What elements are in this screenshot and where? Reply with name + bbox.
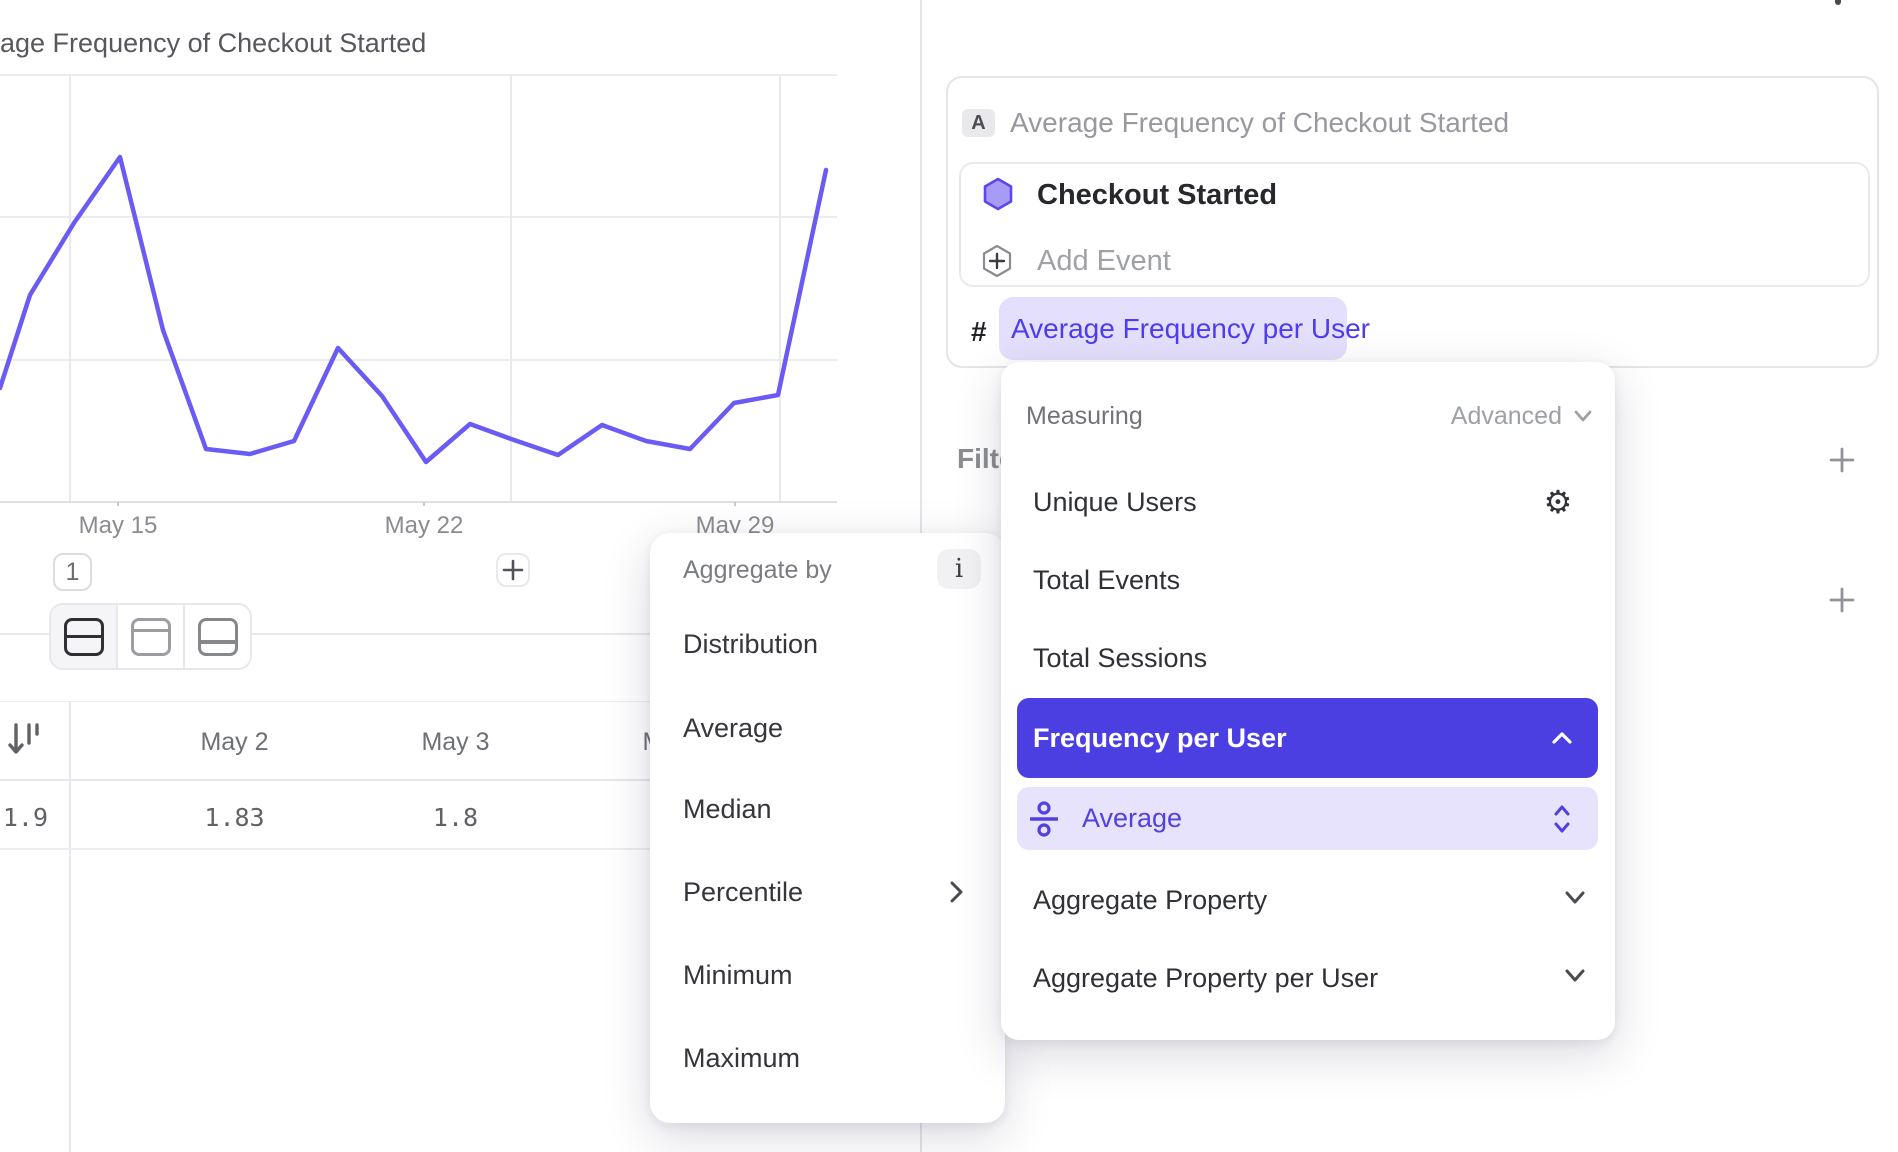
menu-item-aggregate-property[interactable]: Aggregate Property <box>1033 880 1513 920</box>
menu-item-maximum[interactable]: Maximum <box>683 1038 973 1078</box>
menu-item-average[interactable]: Average <box>683 708 973 748</box>
sort-icon[interactable] <box>8 722 40 758</box>
chevron-up-icon <box>1550 730 1574 746</box>
menu-item-total-sessions[interactable]: Total Sessions <box>1033 638 1433 678</box>
filter-section-title: Filter <box>957 443 1003 479</box>
add-filter-button[interactable] <box>1828 446 1856 474</box>
add-series-button[interactable] <box>496 553 530 587</box>
menu-item-unique-users[interactable]: Unique Users <box>1033 482 1433 522</box>
split-view-icon <box>64 618 104 656</box>
event-hexagon-icon <box>982 177 1014 211</box>
selected-item-label: Frequency per User <box>1033 723 1550 754</box>
event-name[interactable]: Checkout Started <box>1037 176 1277 214</box>
line-chart <box>0 60 840 506</box>
chevron-down-icon <box>1572 408 1594 424</box>
x-axis-label: May 15 <box>58 512 178 540</box>
menu-item-percentile[interactable]: Percentile <box>683 872 973 912</box>
x-axis-label: May 22 <box>364 512 484 540</box>
menu-item-aggregate-property-per-user[interactable]: Aggregate Property per User <box>1033 958 1513 998</box>
metrics-section-title: Metrics <box>956 0 1076 6</box>
table-header-cell[interactable]: May 2 <box>124 728 345 756</box>
aggregate-by-title: Aggregate by <box>683 550 883 590</box>
average-aggregation-icon <box>1030 801 1058 837</box>
view-toggle-split[interactable] <box>51 605 118 668</box>
table-cell: 1.9 <box>0 803 48 832</box>
aggregation-dropdown[interactable]: Average Frequency per User <box>999 297 1347 360</box>
event-card: Checkout Started Add Event <box>959 162 1870 287</box>
chevron-down-icon <box>1563 889 1587 907</box>
view-toggle-table[interactable] <box>185 605 250 668</box>
chart-view-icon <box>131 618 171 656</box>
add-event-icon <box>981 244 1013 278</box>
advanced-label: Advanced <box>1451 402 1562 431</box>
chevron-right-icon <box>947 879 965 905</box>
menu-item-median[interactable]: Median <box>683 789 973 829</box>
aggregation-dropdown-label: Average Frequency per User <box>1011 313 1370 345</box>
view-toggle-chart[interactable] <box>118 605 185 668</box>
info-icon: i <box>955 554 963 584</box>
metric-letter-badge: A <box>962 109 995 137</box>
chart-title: age Frequency of Checkout Started <box>0 28 600 62</box>
hash-symbol: # <box>971 316 987 348</box>
table-view-icon <box>198 618 238 656</box>
info-button[interactable]: i <box>937 549 981 589</box>
plus-icon <box>501 558 525 582</box>
menu-item-frequency-per-user[interactable]: Frequency per User <box>1017 698 1598 778</box>
table-cell: 1.83 <box>124 803 345 829</box>
add-breakdown-button[interactable] <box>1828 586 1856 614</box>
view-toggle-group <box>49 603 252 670</box>
table-header-cell[interactable]: May 3 <box>345 728 566 756</box>
menu-item-total-events[interactable]: Total Events <box>1033 560 1433 600</box>
menu-item-distribution[interactable]: Distribution <box>683 624 973 664</box>
chevron-down-icon <box>1563 967 1587 985</box>
measuring-popup: Measuring Advanced Unique Users ⚙ Total … <box>1001 362 1615 1040</box>
measuring-title: Measuring <box>1026 396 1246 436</box>
metric-name[interactable]: Average Frequency of Checkout Started <box>1010 104 1509 142</box>
sub-item-average-selector[interactable]: Average <box>1017 787 1598 850</box>
table-column-divider <box>69 701 71 1152</box>
aggregate-by-popup: Aggregate by i Distribution Average Medi… <box>650 533 1005 1123</box>
metric-card: A Average Frequency of Checkout Started … <box>946 76 1879 368</box>
table-cell: 1.8 <box>345 803 566 829</box>
up-down-chevrons-icon <box>1552 803 1572 835</box>
advanced-dropdown[interactable]: Advanced <box>1451 396 1594 436</box>
series-number-badge[interactable]: 1 <box>53 553 92 591</box>
sub-item-label: Average <box>1082 803 1552 834</box>
clipped-icon-fragment <box>1835 0 1841 5</box>
add-event-button[interactable]: Add Event <box>1037 242 1171 280</box>
gear-icon[interactable]: ⚙ <box>1541 485 1575 519</box>
menu-item-minimum[interactable]: Minimum <box>683 955 973 995</box>
